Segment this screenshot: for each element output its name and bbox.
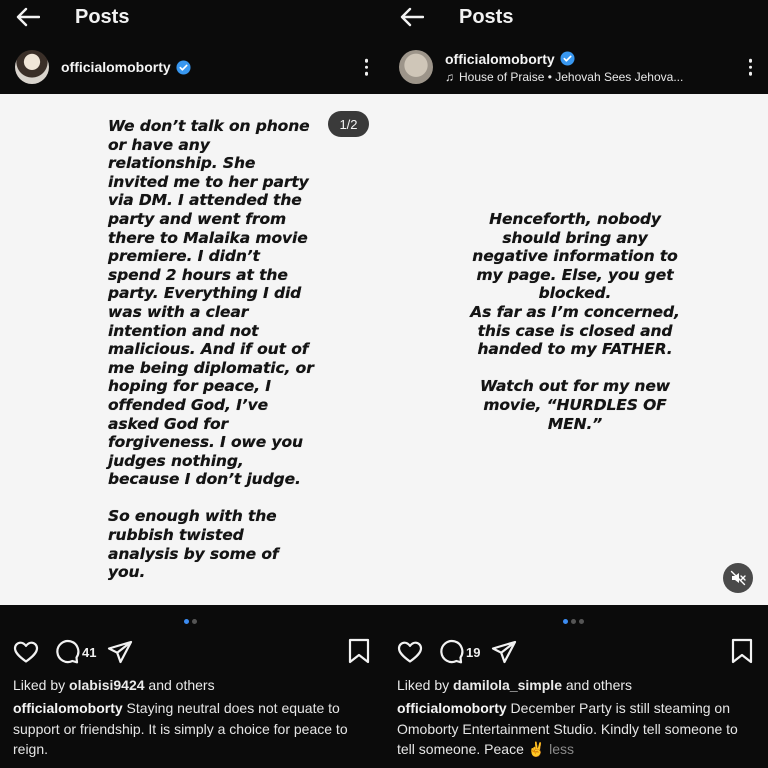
like-button[interactable] bbox=[397, 640, 423, 664]
less-link[interactable]: less bbox=[549, 741, 574, 757]
bookmark-icon bbox=[348, 638, 370, 664]
mute-icon[interactable] bbox=[723, 563, 753, 593]
page-title: Posts bbox=[459, 5, 514, 28]
verified-badge-icon bbox=[176, 59, 191, 75]
likes-prefix: Liked by bbox=[397, 677, 454, 693]
top-bar: Posts bbox=[0, 0, 384, 34]
comment-icon bbox=[440, 639, 464, 664]
page-counter-badge: 1/2 bbox=[328, 111, 369, 137]
caption: officialomoborty Staying neutral does no… bbox=[13, 698, 375, 760]
music-note-icon: ♫ bbox=[445, 69, 454, 84]
caption-username[interactable]: officialomoborty bbox=[397, 700, 507, 716]
share-icon bbox=[492, 640, 517, 664]
liked-by-user[interactable]: damilola_simple bbox=[453, 677, 562, 693]
back-arrow-icon[interactable] bbox=[13, 2, 43, 32]
carousel-dot[interactable] bbox=[579, 619, 584, 624]
top-bar: Posts bbox=[384, 0, 768, 34]
like-button[interactable] bbox=[13, 640, 39, 664]
username[interactable]: officialomoborty bbox=[445, 51, 555, 67]
likes-suffix[interactable]: and others bbox=[145, 677, 214, 693]
carousel-dots bbox=[563, 619, 584, 624]
back-arrow-icon[interactable] bbox=[397, 2, 427, 32]
avatar[interactable] bbox=[399, 50, 433, 84]
carousel-dots bbox=[184, 619, 197, 624]
music-track[interactable]: ♫ House of Praise • Jehovah Sees Jehova.… bbox=[445, 70, 683, 84]
left-story-text: We don’t talk on phone or have any relat… bbox=[108, 117, 314, 582]
comment-button[interactable]: 41 bbox=[54, 639, 96, 665]
comment-icon bbox=[56, 639, 80, 664]
save-button[interactable] bbox=[348, 638, 370, 669]
share-button[interactable] bbox=[491, 640, 517, 664]
save-button[interactable] bbox=[731, 638, 753, 669]
username[interactable]: officialomoborty bbox=[61, 59, 171, 75]
carousel-dot[interactable] bbox=[184, 619, 189, 624]
caption-username[interactable]: officialomoborty bbox=[13, 700, 123, 716]
bookmark-icon bbox=[731, 638, 753, 664]
caption: officialomoborty December Party is still… bbox=[397, 698, 757, 760]
carousel-dot[interactable] bbox=[563, 619, 568, 624]
likes-suffix[interactable]: and others bbox=[562, 677, 632, 693]
post-header: officialomoborty ♫ House of Praise • Jeh… bbox=[384, 44, 768, 90]
carousel-dot[interactable] bbox=[192, 619, 197, 624]
music-label: House of Praise • Jehovah Sees Jehova... bbox=[459, 69, 684, 84]
verified-badge-icon bbox=[560, 51, 575, 66]
more-options-icon[interactable] bbox=[364, 58, 368, 76]
more-options-icon[interactable] bbox=[748, 58, 752, 76]
likes-summary: Liked by damilola_simple and others bbox=[397, 677, 632, 693]
liked-by-user[interactable]: olabisi9424 bbox=[69, 677, 145, 693]
action-bar: 19 bbox=[397, 638, 517, 666]
profile-info: officialomoborty bbox=[61, 59, 191, 75]
comment-count: 19 bbox=[466, 644, 481, 660]
carousel-dot[interactable] bbox=[571, 619, 576, 624]
heart-icon bbox=[13, 641, 39, 663]
share-button[interactable] bbox=[107, 640, 133, 664]
page-title: Posts bbox=[75, 5, 130, 28]
comment-button[interactable]: 19 bbox=[438, 639, 480, 665]
profile-info: officialomoborty ♫ House of Praise • Jeh… bbox=[445, 51, 683, 84]
action-bar: 41 bbox=[13, 638, 133, 666]
likes-summary: Liked by olabisi9424 and others bbox=[13, 677, 215, 693]
avatar[interactable] bbox=[15, 50, 49, 84]
right-story-text: Henceforth, nobody should bring any nega… bbox=[470, 210, 680, 433]
heart-icon bbox=[397, 641, 423, 663]
likes-prefix: Liked by bbox=[13, 677, 70, 693]
comment-count: 41 bbox=[82, 644, 97, 660]
post-header: officialomoborty bbox=[0, 44, 384, 90]
share-icon bbox=[108, 640, 133, 664]
